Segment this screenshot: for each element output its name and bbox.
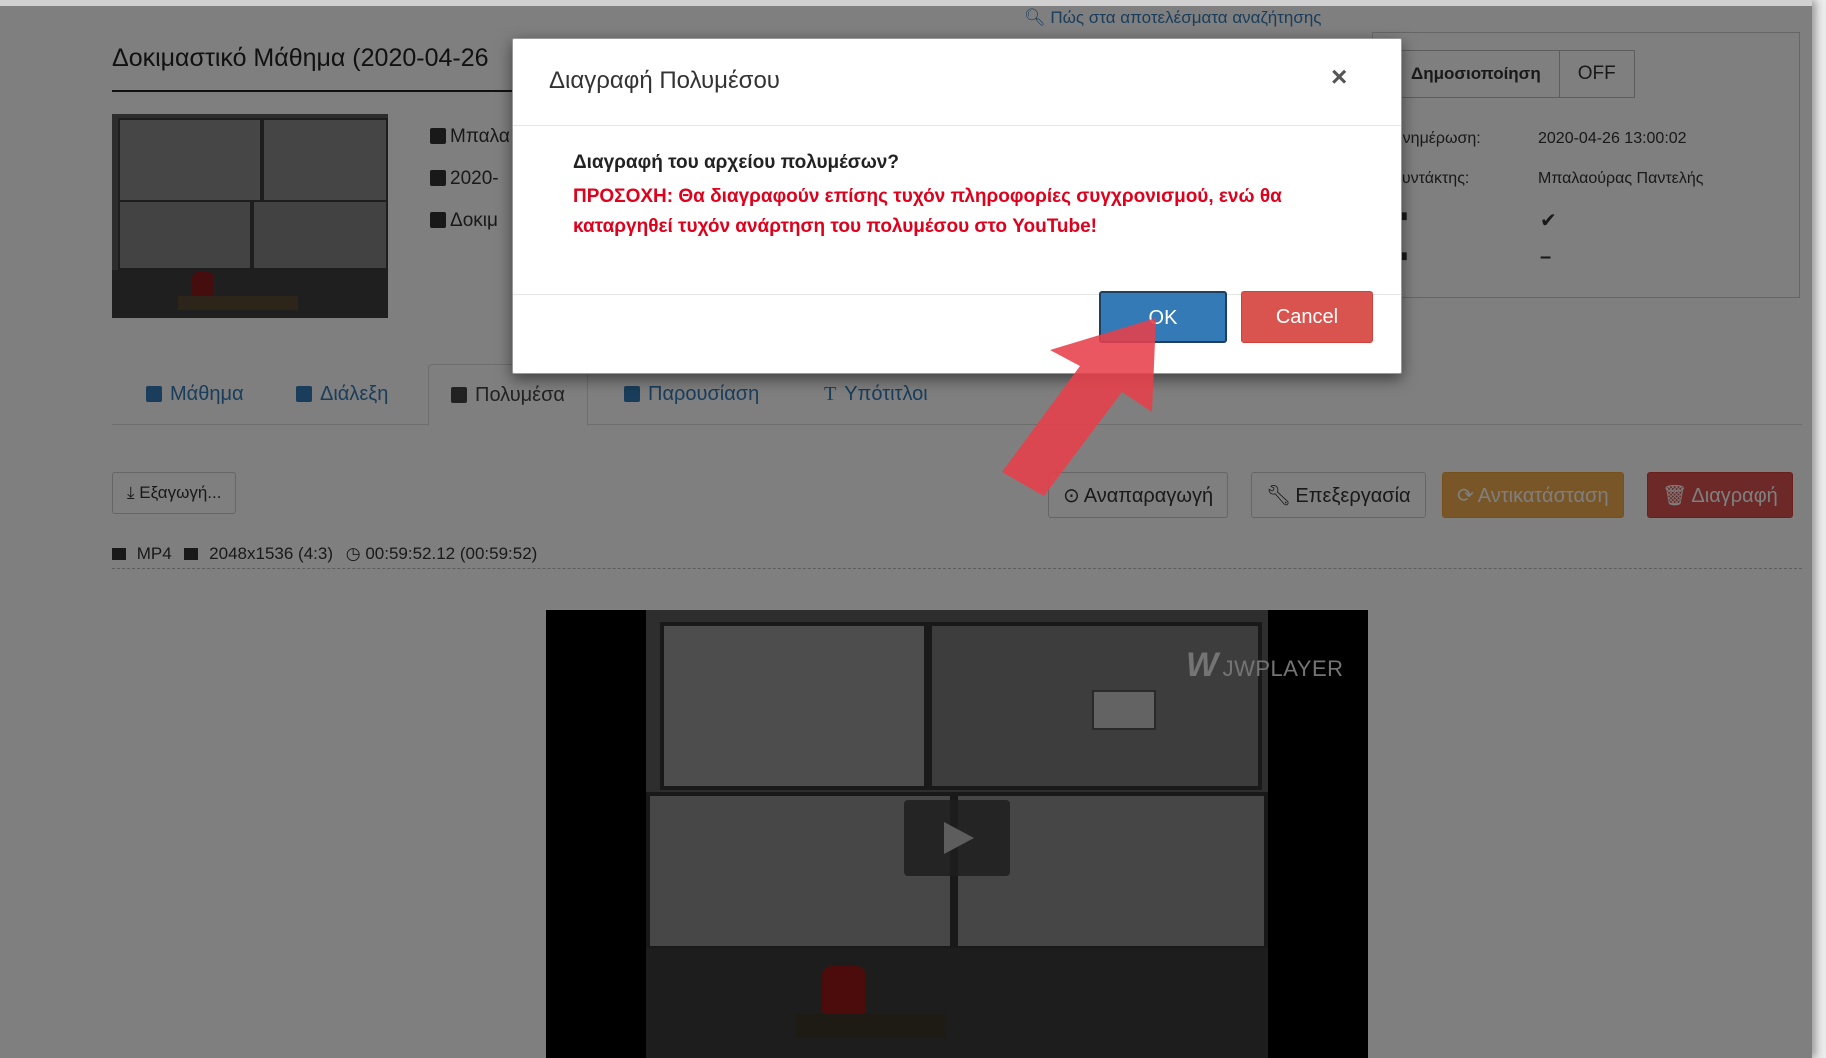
dialog-header: Διαγραφή Πολυμέσου ×	[513, 39, 1401, 126]
dialog-title: Διαγραφή Πολυμέσου	[549, 67, 780, 94]
app-frame: 🔍︎ Πώς στα αποτελέσματα αναζήτησης Δοκιμ…	[0, 0, 1812, 1058]
dialog-body: Διαγραφή του αρχείου πολυμέσων? ΠΡΟΣΟΧΗ:…	[513, 126, 1401, 295]
dialog-warning: ΠΡΟΣΟΧΗ: Θα διαγραφούν επίσης τυχόν πληρ…	[573, 186, 1282, 237]
ok-button[interactable]: OK	[1099, 291, 1227, 343]
delete-media-dialog: Διαγραφή Πολυμέσου × Διαγραφή του αρχείο…	[512, 38, 1402, 374]
dialog-question: Διαγραφή του αρχείου πολυμέσων?	[573, 152, 899, 173]
close-icon[interactable]: ×	[1331, 61, 1347, 93]
cancel-button[interactable]: Cancel	[1241, 291, 1373, 343]
